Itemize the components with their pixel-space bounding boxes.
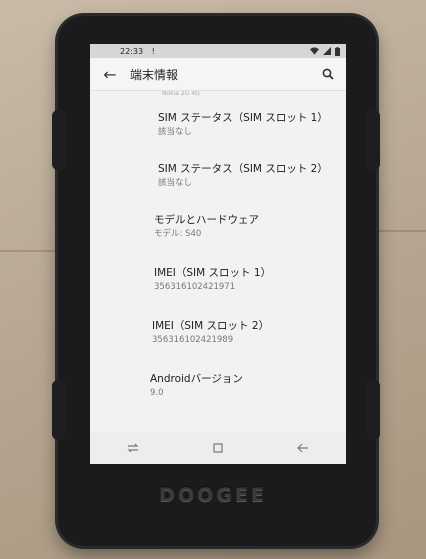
list-item-android-version[interactable]: Androidバージョン 9.0: [90, 356, 346, 409]
floor-seam: [0, 250, 60, 252]
list-item-title: IMEI（SIM スロット 2）: [152, 320, 270, 332]
phone-side-bump: [52, 110, 66, 170]
list-item-imei-2[interactable]: IMEI（SIM スロット 2） 356316102421989: [90, 303, 346, 356]
list-item-subtitle: 該当なし: [158, 178, 193, 188]
status-bar: 22:33 !: [90, 44, 346, 58]
list-item-subtitle: 該当なし: [158, 127, 193, 137]
list-item-title: Androidバージョン: [150, 373, 243, 385]
phone-screen: 22:33 ! ← 端末情報 Nokia 2G 4G SIM ステータス（SIM…: [90, 44, 346, 464]
list-item-subtitle: モデル: S40: [154, 229, 202, 239]
status-time: 22:33: [120, 46, 144, 56]
floor-seam: [376, 230, 426, 232]
list-item-title: SIM ステータス（SIM スロット 1）: [158, 112, 328, 124]
switch-apps-icon[interactable]: [127, 443, 139, 453]
settings-list: Nokia 2G 4G SIM ステータス（SIM スロット 1） 該当なし S…: [90, 91, 346, 409]
signal-icon: [323, 47, 331, 55]
wifi-icon: [310, 47, 319, 55]
search-icon[interactable]: [310, 68, 346, 80]
list-item-subtitle: 356316102421971: [154, 282, 236, 292]
status-alert: !: [151, 46, 155, 56]
phone-side-bump: [366, 110, 380, 170]
list-item-subtitle: 9.0: [150, 388, 164, 398]
list-item-imei-1[interactable]: IMEI（SIM スロット 1） 356316102421971: [90, 250, 346, 303]
list-item-title: SIM ステータス（SIM スロット 2）: [158, 163, 328, 175]
brand-logo: DOOGEE: [159, 484, 267, 506]
partial-item-text: Nokia 2G 4G: [162, 91, 200, 97]
phone-side-bump: [52, 380, 66, 440]
status-icons: [310, 46, 340, 56]
list-item-subtitle: 356316102421989: [152, 335, 234, 345]
list-item-model-hardware[interactable]: モデルとハードウェア モデル: S40: [90, 199, 346, 250]
list-item-title: モデルとハードウェア: [154, 214, 259, 226]
list-item-title: IMEI（SIM スロット 1）: [154, 267, 272, 279]
home-icon[interactable]: [213, 443, 223, 453]
list-item-sim-status-2[interactable]: SIM ステータス（SIM スロット 2） 該当なし: [90, 148, 346, 199]
list-item-sim-status-1[interactable]: SIM ステータス（SIM スロット 1） 該当なし: [90, 99, 346, 148]
phone-side-bump: [366, 380, 380, 440]
app-bar: ← 端末情報: [90, 58, 346, 91]
back-arrow-icon[interactable]: ←: [90, 65, 130, 84]
status-left: 22:33 !: [120, 47, 155, 56]
page-title: 端末情報: [130, 67, 179, 82]
back-nav-icon[interactable]: [297, 443, 309, 453]
system-nav-bar: [90, 432, 346, 464]
battery-icon: [335, 46, 340, 56]
